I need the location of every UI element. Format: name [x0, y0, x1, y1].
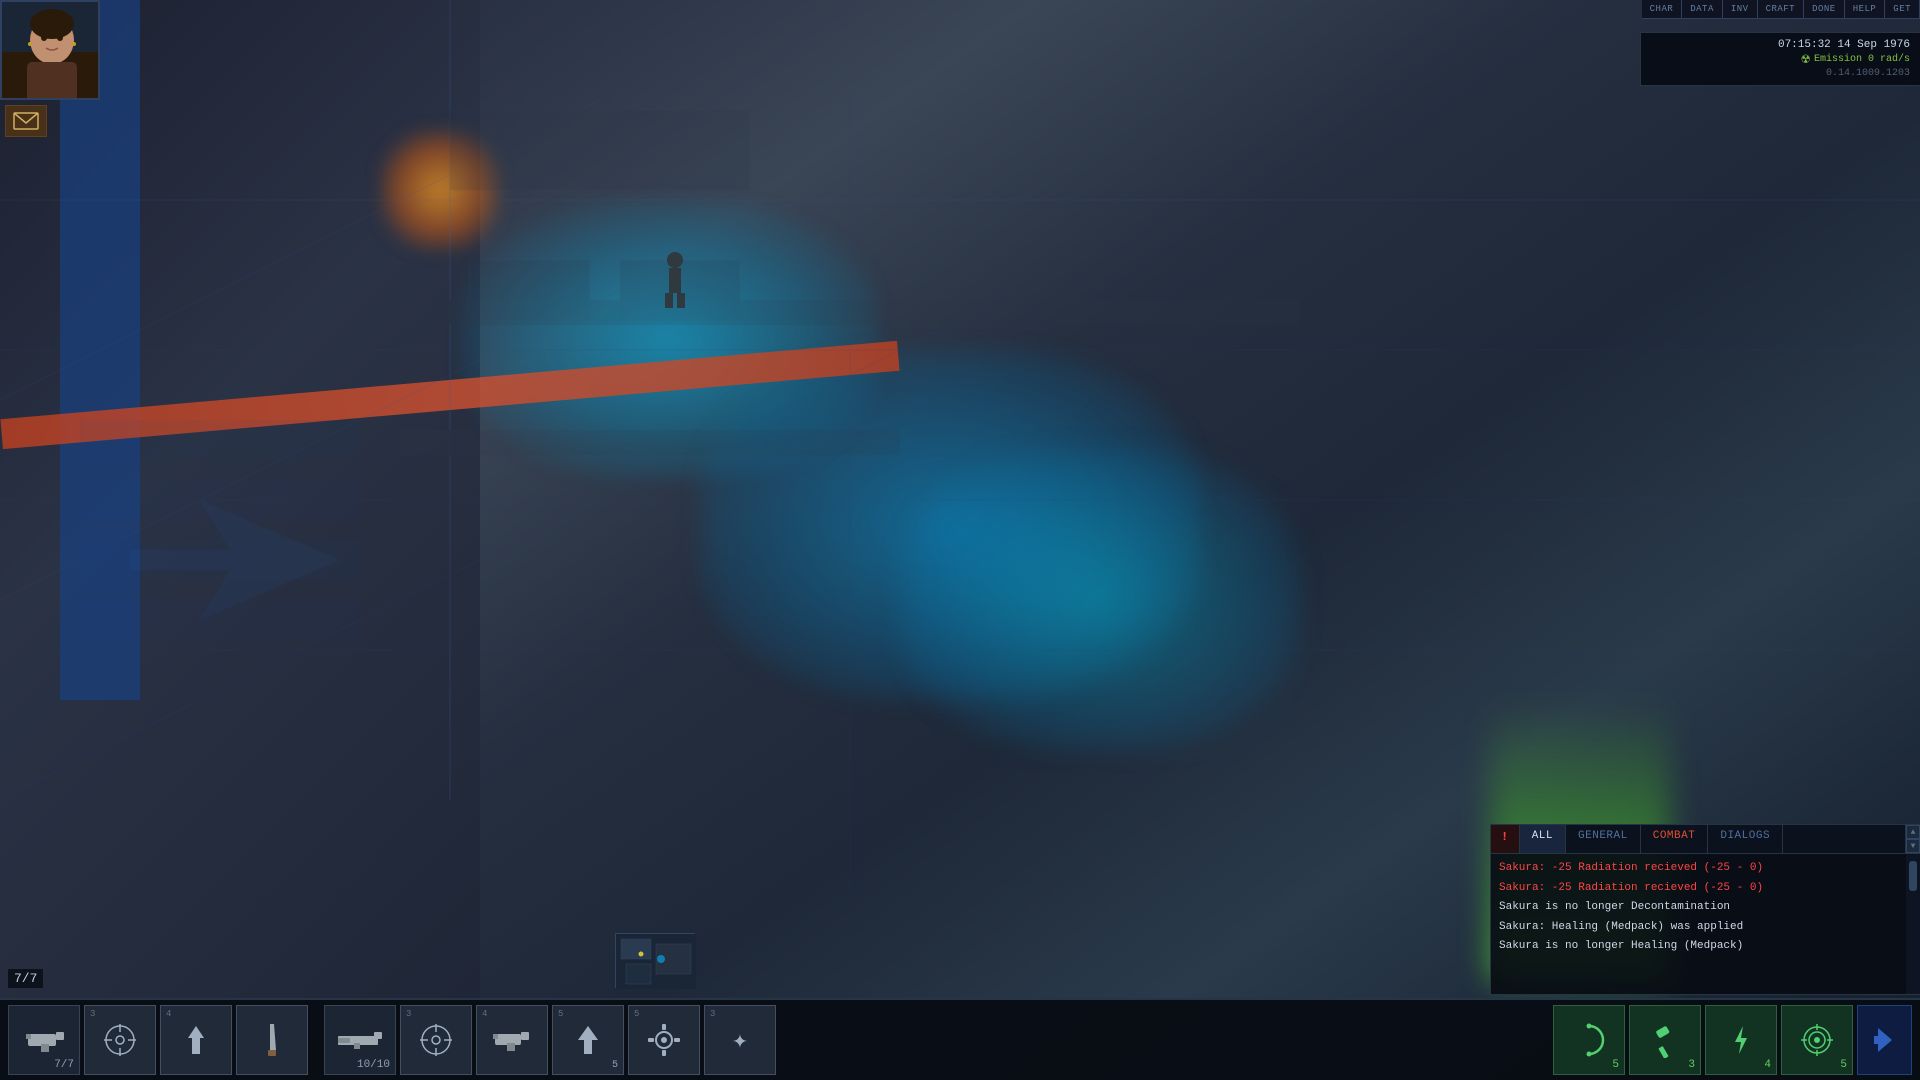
- chat-message: Sakura is no longer Decontamination: [1499, 898, 1902, 918]
- lightning-icon: [1723, 1022, 1759, 1058]
- star-icon: ✦: [732, 1025, 748, 1056]
- weapon-slot-7[interactable]: 4: [476, 1005, 548, 1075]
- chat-tab-dialogs[interactable]: DIALOGS: [1708, 825, 1783, 853]
- tab-get[interactable]: GET: [1885, 0, 1920, 18]
- chat-scrollbar-thumb: [1909, 861, 1917, 891]
- chat-scroll-up[interactable]: ▲: [1906, 825, 1920, 839]
- crosshair-2-icon: [418, 1022, 454, 1058]
- portrait: Sakura: [0, 0, 100, 100]
- character-portrait: [2, 2, 100, 100]
- character-figure-1: [660, 250, 690, 310]
- weapon-slot-1[interactable]: 7/7: [8, 1005, 80, 1075]
- action-slot-3[interactable]: 4: [1705, 1005, 1777, 1075]
- status-coords: 0.14.1009.1203: [1651, 68, 1910, 79]
- action-count-1: 5: [1612, 1059, 1619, 1071]
- chat-tab-all[interactable]: ALL: [1520, 825, 1566, 853]
- radiation-text: Emission 0 rad/s: [1814, 54, 1910, 65]
- bottom-hud: 7/7 3 4 10: [0, 998, 1920, 1080]
- half-circle-icon: [1571, 1022, 1607, 1058]
- chat-message: Sakura: -25 Radiation recieved (-25 - 0): [1499, 879, 1902, 899]
- chat-message: Sakura: Healing (Medpack) was applied: [1499, 918, 1902, 938]
- chat-tab-alert[interactable]: !: [1491, 825, 1520, 853]
- action-count-2: 3: [1688, 1059, 1695, 1071]
- weapon-slot-9[interactable]: 5: [628, 1005, 700, 1075]
- status-radiation: ☢ Emission 0 rad/s: [1651, 51, 1910, 68]
- tab-inv[interactable]: INV: [1723, 0, 1758, 18]
- nav-tabs: CHAR DATA INV CRAFT DONE HELP GET: [1642, 0, 1920, 19]
- inventory-button[interactable]: [1857, 1005, 1912, 1075]
- weapon-slot-10[interactable]: 3 ✦: [704, 1005, 776, 1075]
- pistol-icon: [23, 1026, 65, 1054]
- chat-tab-general[interactable]: GENERAL: [1566, 825, 1641, 853]
- tab-data[interactable]: DATA: [1682, 0, 1723, 18]
- chat-tabs: ! ALL GENERAL COMBAT DIALOGS ▲ ▼: [1491, 825, 1920, 854]
- weapon-slot-6[interactable]: 3: [400, 1005, 472, 1075]
- chat-tab-combat[interactable]: COMBAT: [1641, 825, 1709, 853]
- arrow-icon: [570, 1022, 606, 1058]
- slot-count-5: 10/10: [357, 1059, 390, 1071]
- envelope-icon: [12, 111, 40, 131]
- weapon-slot-5[interactable]: 10/10: [324, 1005, 396, 1075]
- chat-message: Sakura: -25 Radiation recieved (-25 - 0): [1499, 859, 1902, 879]
- chat-messages: Sakura: -25 Radiation recieved (-25 - 0)…: [1491, 854, 1920, 994]
- knife-icon: [258, 1022, 286, 1058]
- target-icon: [1799, 1022, 1835, 1058]
- crosshair-icon: [102, 1022, 138, 1058]
- weapon-slot-2[interactable]: 3: [84, 1005, 156, 1075]
- action-slot-4[interactable]: 5: [1781, 1005, 1853, 1075]
- move-icon: [178, 1022, 214, 1058]
- hammer-icon: [1647, 1022, 1683, 1058]
- weapon-slot-8[interactable]: 5 5: [552, 1005, 624, 1075]
- chat-scroll-down[interactable]: ▼: [1906, 839, 1920, 853]
- tab-done[interactable]: DONE: [1804, 0, 1845, 18]
- status-time: 07:15:32 14 Sep 1976: [1651, 39, 1910, 51]
- rifle-icon: [336, 1028, 384, 1052]
- action-slot-1[interactable]: 5: [1553, 1005, 1625, 1075]
- slot-count-1: 7/7: [54, 1059, 74, 1071]
- chat-scrollbar: [1906, 854, 1920, 994]
- chat-message: Sakura is no longer Healing (Medpack): [1499, 937, 1902, 957]
- weapon-slot-4[interactable]: [236, 1005, 308, 1075]
- gear-icon: [646, 1022, 682, 1058]
- chat-panel: ! ALL GENERAL COMBAT DIALOGS ▲ ▼ Sakura:…: [1490, 824, 1920, 995]
- action-count-3: 4: [1764, 1059, 1771, 1071]
- pistol-2-icon: [491, 1026, 533, 1054]
- tab-help[interactable]: HELP: [1845, 0, 1886, 18]
- tab-char[interactable]: CHAR: [1642, 0, 1683, 18]
- weapon-slot-3[interactable]: 4: [160, 1005, 232, 1075]
- arrow-right-icon: [1870, 1020, 1900, 1060]
- ammo-display: 7/7: [8, 969, 43, 988]
- action-count-4: 5: [1840, 1059, 1847, 1071]
- status-area: 07:15:32 14 Sep 1976 ☢ Emission 0 rad/s …: [1640, 32, 1920, 86]
- slot-count-8: 5: [612, 1060, 618, 1071]
- minimap-display: [616, 934, 696, 989]
- minimap-thumbnail: [615, 933, 695, 988]
- action-slot-2[interactable]: 3: [1629, 1005, 1701, 1075]
- message-button[interactable]: [5, 105, 47, 137]
- tab-craft[interactable]: CRAFT: [1758, 0, 1805, 18]
- radiation-icon: ☢: [1802, 51, 1810, 68]
